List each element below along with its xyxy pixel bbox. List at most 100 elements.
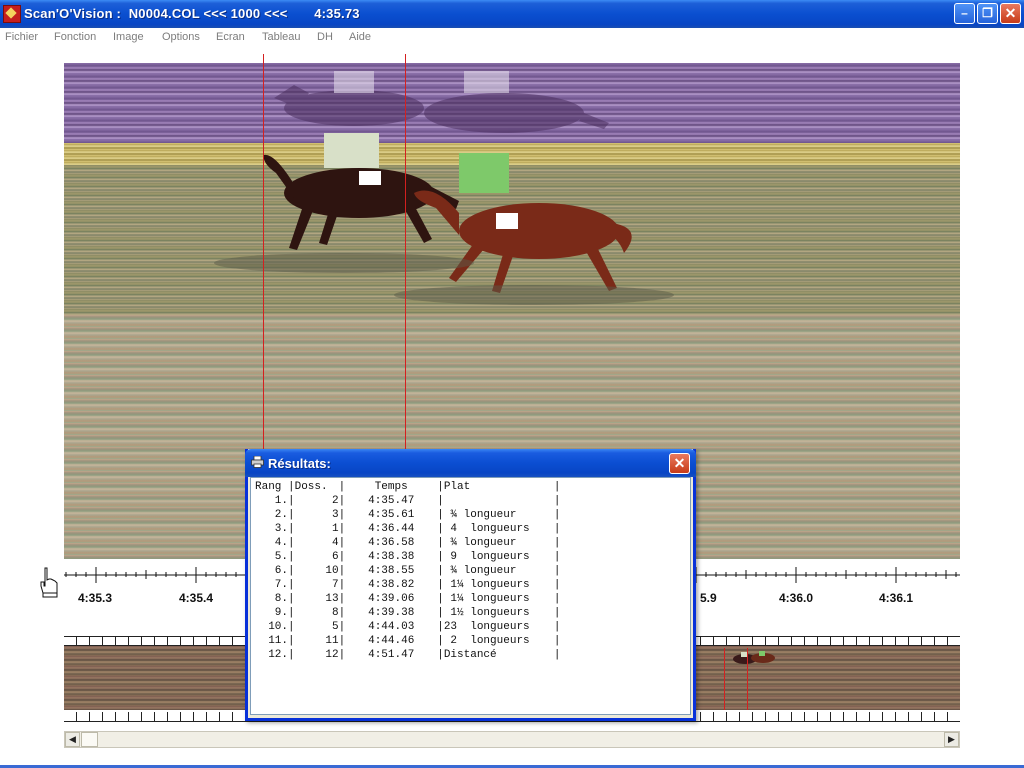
result-doss: 1 <box>332 523 339 535</box>
restore-button[interactable]: ❐ <box>977 3 998 24</box>
cursor-line-right[interactable] <box>405 54 406 449</box>
printer-icon[interactable] <box>251 456 264 468</box>
result-plat: 4 longueurs <box>443 523 530 535</box>
result-rang: 11. <box>268 635 288 647</box>
result-plat: ¾ longueur <box>443 537 517 549</box>
header-temps: Temps <box>374 481 408 493</box>
scroll-thumb[interactable] <box>81 732 98 747</box>
column-separator: | <box>553 537 561 549</box>
result-row[interactable]: 4. | 4 | 4:36.58 | ¾ longueur | <box>255 536 561 550</box>
result-rang: 9. <box>274 607 288 619</box>
result-rang: 7. <box>274 579 288 591</box>
result-row[interactable]: 8. | 13 | 4:39.06 | 1¼ longueurs | <box>255 592 561 606</box>
result-row[interactable]: 12. | 12 | 4:51.47 | Distancé | <box>255 648 560 662</box>
result-row[interactable]: 7. | 7 | 4:38.82 | 1¼ longueurs | <box>255 578 561 592</box>
result-rang: 2. <box>274 509 288 521</box>
result-rang: 3. <box>274 523 288 535</box>
column-separator: | <box>437 481 444 493</box>
cursor-line-left[interactable] <box>263 54 264 449</box>
results-close-button[interactable]: ✕ <box>669 453 690 474</box>
menu-tableau[interactable]: Tableau <box>262 31 301 43</box>
app-icon[interactable] <box>3 5 21 23</box>
column-separator: | <box>338 579 346 591</box>
result-plat: ¾ longueur <box>443 509 517 521</box>
column-separator: | <box>437 495 444 507</box>
menu-bar: Fichier Fonction Image Options Ecran Tab… <box>0 28 1024 48</box>
column-separator: | <box>288 565 295 577</box>
menu-aide[interactable]: Aide <box>349 31 371 43</box>
window-title: Scan'O'Vision : N0004.COL <<< 1000 <<< 4… <box>24 6 360 21</box>
column-separator: | <box>553 481 561 493</box>
result-plat: 2 longueurs <box>443 635 530 647</box>
scroll-left-button[interactable]: ◀ <box>65 732 80 747</box>
column-separator: | <box>288 523 295 535</box>
menu-fichier[interactable]: Fichier <box>5 31 38 43</box>
title-bar[interactable]: Scan'O'Vision : N0004.COL <<< 1000 <<< 4… <box>0 0 1024 28</box>
results-header-row: Rang | Doss. | Temps | Plat | <box>255 480 560 494</box>
result-plat <box>444 494 554 508</box>
result-row[interactable]: 3. | 1 | 4:36.44 | 4 longueurs | <box>255 522 561 536</box>
column-separator: | <box>338 509 346 521</box>
overview-marker-left[interactable] <box>724 648 725 710</box>
header-rang: Rang <box>255 481 282 493</box>
result-doss: 3 <box>332 509 339 521</box>
column-separator: | <box>437 607 444 619</box>
result-row[interactable]: 5. | 6 | 4:38.38 | 9 longueurs | <box>255 550 561 564</box>
results-dialog-titlebar[interactable]: Résultats: ✕ <box>245 449 696 477</box>
result-temps: 4:38.38 <box>368 551 415 563</box>
result-row[interactable]: 1. | 2 | 4:35.47 | | <box>255 494 561 508</box>
horizontal-scrollbar[interactable]: ◀ ▶ <box>64 731 960 748</box>
result-row[interactable]: 10. | 5 | 4:44.03 | 23 longueurs | <box>255 620 560 634</box>
result-doss: 5 <box>332 621 339 633</box>
result-row[interactable]: 11. | 11 | 4:44.46 | 2 longueurs | <box>255 634 560 648</box>
column-separator: | <box>338 523 346 535</box>
saddle-cloth-3 <box>496 213 518 229</box>
result-temps: 4:51.47 <box>368 649 415 661</box>
results-dialog-title: Résultats: <box>268 456 331 471</box>
results-table: Rang | Doss. | Temps | Plat | 1. | 2 | 4:35.… <box>255 480 560 662</box>
result-doss: 6 <box>332 551 339 563</box>
results-list[interactable]: Rang | Doss. | Temps | Plat | 1. | 2 | 4:35.… <box>250 477 691 715</box>
menu-image[interactable]: Image <box>113 31 144 43</box>
menu-options[interactable]: Options <box>162 31 200 43</box>
scroll-right-button[interactable]: ▶ <box>944 732 959 747</box>
overview-horses <box>733 651 775 664</box>
result-doss: 8 <box>332 607 339 619</box>
result-plat: ¾ longueur <box>443 565 517 577</box>
menu-dh[interactable]: DH <box>317 31 333 43</box>
column-separator: | <box>553 495 561 507</box>
column-separator: | <box>553 509 561 521</box>
column-separator: | <box>288 551 295 563</box>
menu-fonction[interactable]: Fonction <box>54 31 96 43</box>
result-doss: 10 <box>325 565 339 577</box>
hand-pointer-icon[interactable] <box>38 566 60 598</box>
minimize-button[interactable]: – <box>954 3 975 24</box>
jockey-2 <box>459 153 509 193</box>
column-separator: | <box>553 523 561 535</box>
result-temps: 4:36.44 <box>368 523 415 535</box>
column-separator: | <box>338 635 346 647</box>
column-separator: | <box>437 593 444 605</box>
close-button[interactable]: ✕ <box>1000 3 1021 24</box>
result-row[interactable]: 6. | 10 | 4:38.55 | ¾ longueur | <box>255 564 561 578</box>
column-separator: | <box>288 607 295 619</box>
column-separator: | <box>288 537 295 549</box>
column-separator: | <box>338 565 346 577</box>
tick-label: 4:35.4 <box>179 591 214 605</box>
result-row[interactable]: 9. | 8 | 4:39.38 | 1½ longueurs | <box>255 606 561 620</box>
column-separator: | <box>338 649 346 661</box>
result-plat: 1½ longueurs <box>443 607 530 619</box>
result-temps: 4:39.38 <box>368 607 415 619</box>
menu-ecran[interactable]: Ecran <box>216 31 245 43</box>
tick-label: 4:35.3 <box>78 591 113 605</box>
overview-marker-right[interactable] <box>747 648 748 710</box>
results-dialog[interactable]: Résultats: ✕ Rang | Doss. | Temps | Plat… <box>245 449 696 721</box>
result-doss: 13 <box>325 593 339 605</box>
result-plat: Distancé <box>443 649 497 661</box>
result-row[interactable]: 2. | 3 | 4:35.61 | ¾ longueur | <box>255 508 561 522</box>
column-separator: | <box>437 621 444 633</box>
result-rang: 8. <box>274 593 288 605</box>
column-separator: | <box>288 635 295 647</box>
result-doss: 7 <box>332 579 339 591</box>
tick-label: 5.9 <box>700 591 717 605</box>
